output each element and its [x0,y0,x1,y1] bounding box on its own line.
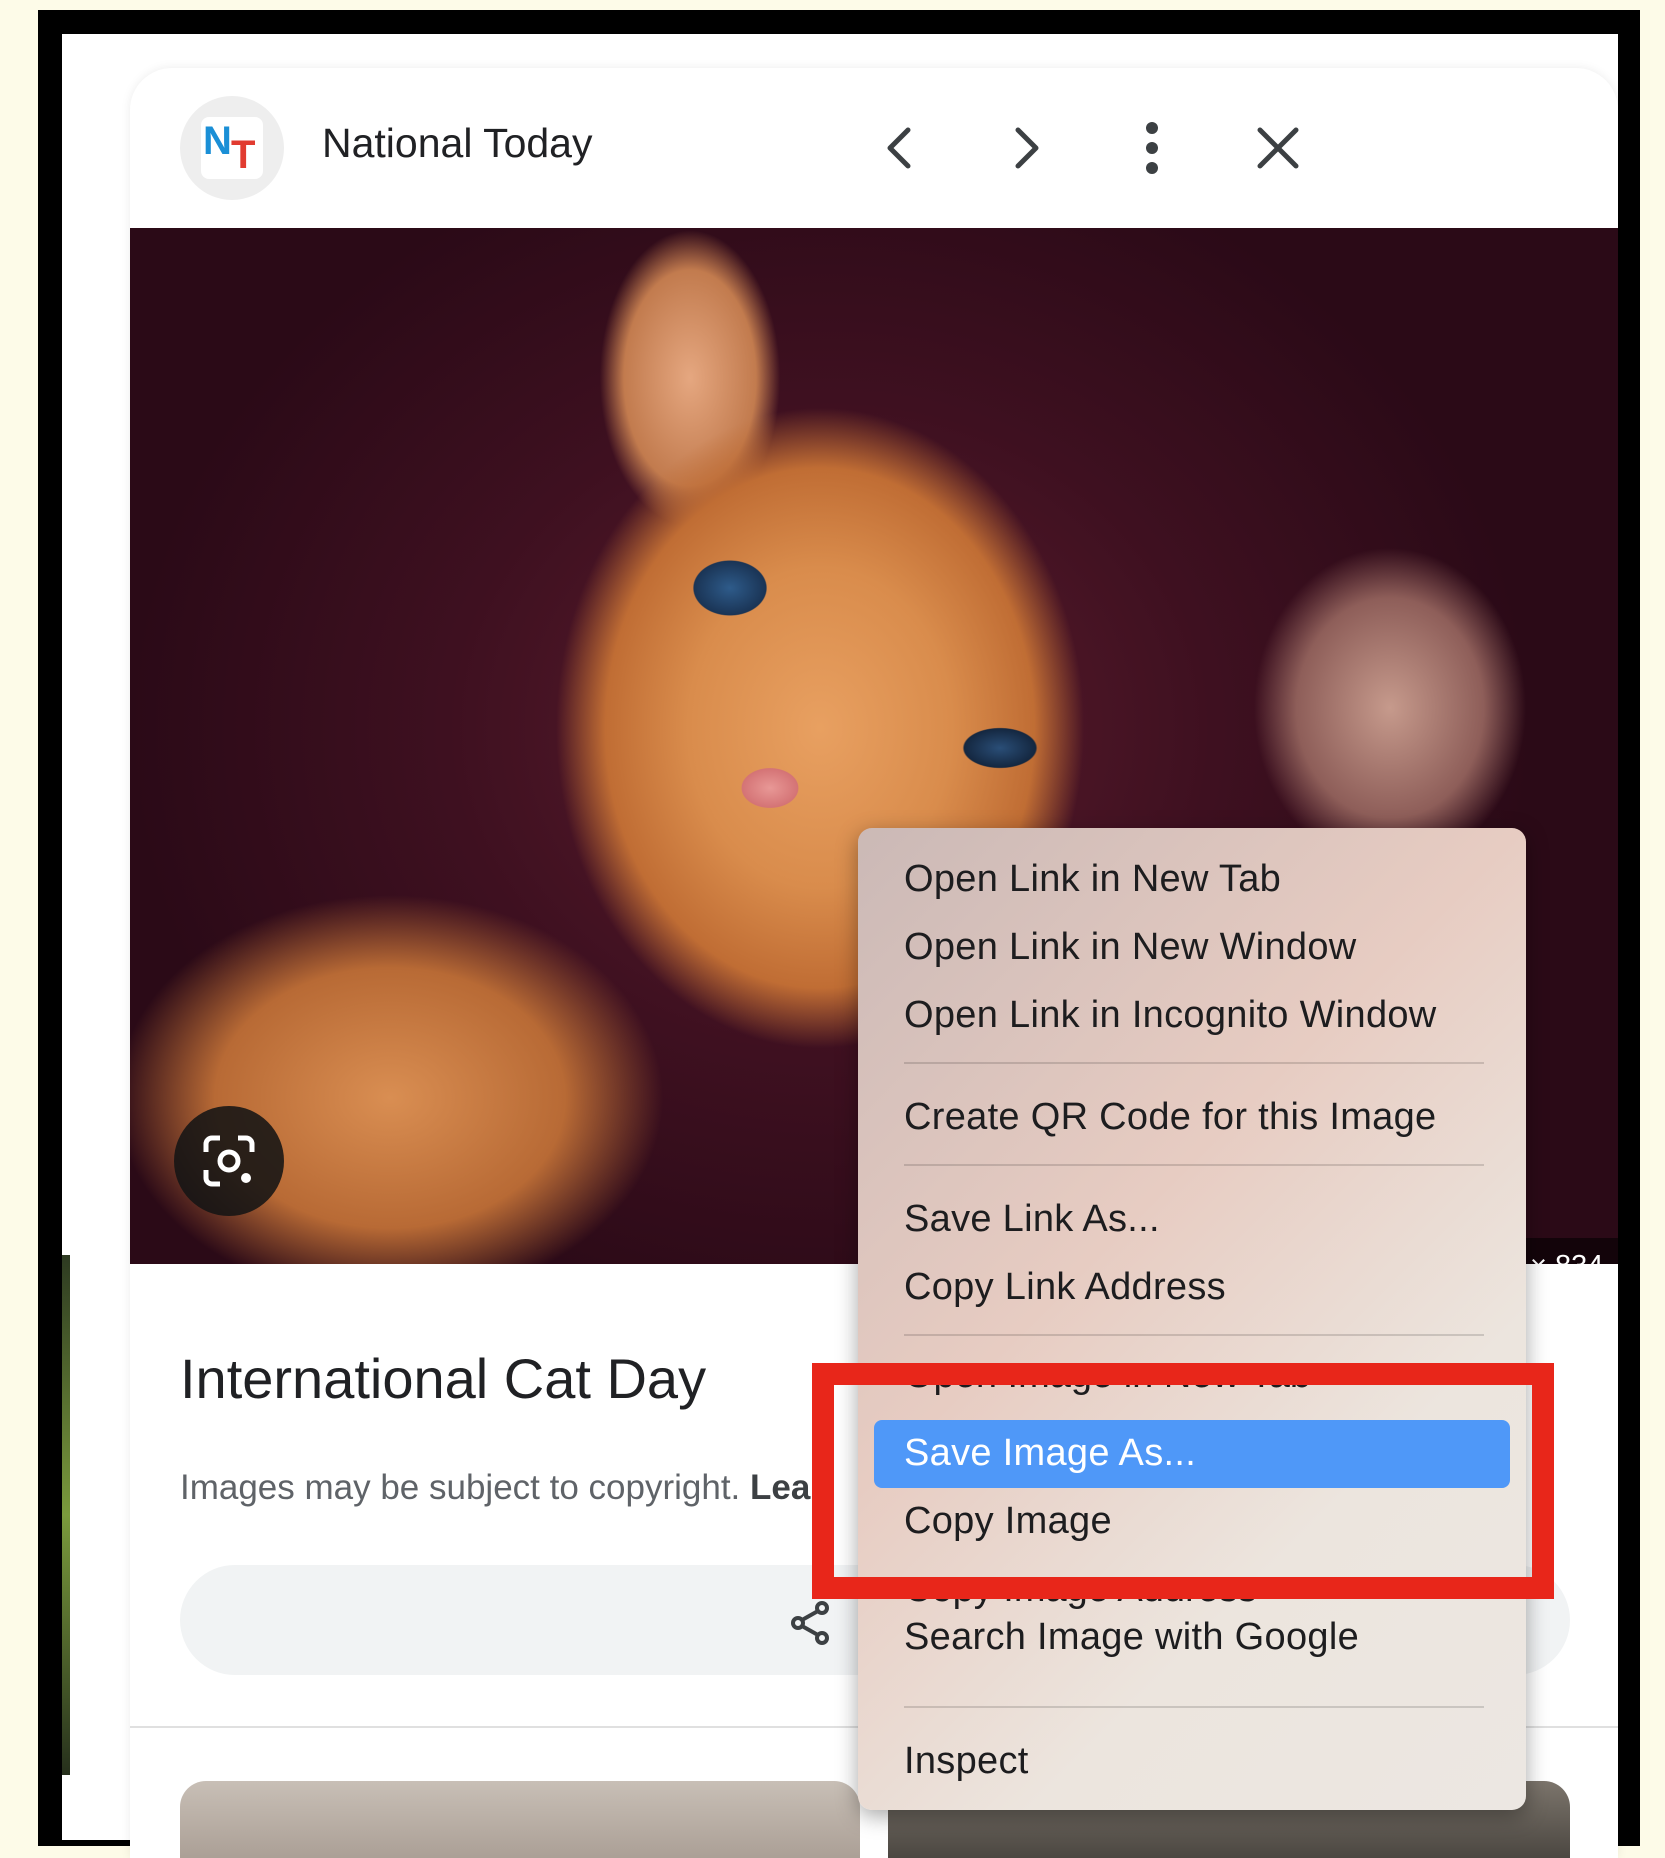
menu-item-open-link-new-tab[interactable]: Open Link in New Tab [904,858,1281,901]
copyright-text: Images may be subject to copyright. [180,1468,741,1507]
chevron-left-icon [887,127,911,169]
site-logo[interactable]: N T [180,96,284,200]
logo-letter-n: N [203,119,232,163]
menu-item-copy-link-address[interactable]: Copy Link Address [904,1266,1226,1309]
logo-letter-t: T [231,133,256,177]
image-dimensions: × 834 [1530,1250,1603,1264]
menu-separator [904,1062,1484,1064]
menu-item-save-link-as[interactable]: Save Link As... [904,1198,1160,1241]
copyright-notice: Images may be subject to copyright. Lear [180,1468,824,1508]
menu-separator [904,1164,1484,1166]
previous-button[interactable] [860,108,940,188]
image-title: International Cat Day [180,1347,707,1410]
more-options-button[interactable] [1112,108,1192,188]
google-lens-button[interactable] [174,1106,284,1216]
close-button[interactable] [1238,108,1318,188]
close-icon [1257,127,1299,169]
background-thumbnail-edge [62,1255,70,1775]
related-image-thumbnail[interactable] [180,1781,860,1858]
share-icon [791,1601,829,1645]
menu-item-search-image-google[interactable]: Search Image with Google [904,1616,1359,1659]
panel-header: N T National Today [130,68,1618,228]
google-lens-icon [203,1135,255,1187]
menu-item-open-link-new-window[interactable]: Open Link in New Window [904,926,1357,969]
menu-item-inspect[interactable]: Inspect [904,1740,1029,1783]
annotation-highlight-box [812,1363,1554,1599]
menu-separator [904,1706,1484,1708]
next-button[interactable] [986,108,1066,188]
menu-separator [904,1334,1484,1336]
site-name[interactable]: National Today [322,120,592,167]
context-menu: Open Link in New Tab Open Link in New Wi… [858,828,1526,1810]
more-vert-icon [1146,122,1158,174]
menu-item-create-qr-code[interactable]: Create QR Code for this Image [904,1096,1436,1139]
chevron-right-icon [1015,127,1039,169]
site-logo-mark: N T [201,117,263,179]
menu-item-open-link-incognito[interactable]: Open Link in Incognito Window [904,994,1437,1037]
